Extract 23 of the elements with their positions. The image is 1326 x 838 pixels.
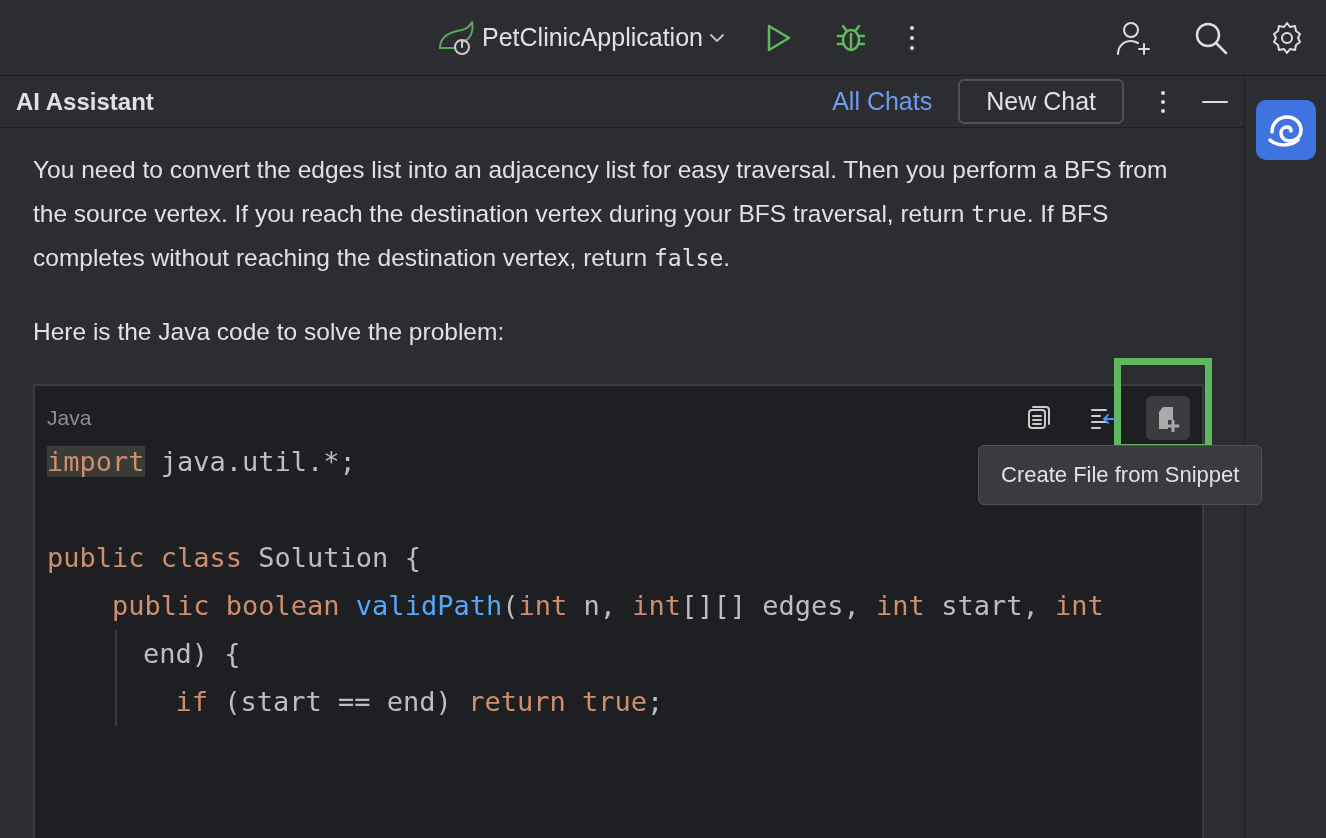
panel-title: AI Assistant	[16, 87, 154, 116]
all-chats-link[interactable]: All Chats	[832, 87, 933, 116]
more-vertical-icon[interactable]	[1160, 89, 1166, 114]
leaf-power-icon	[436, 19, 476, 56]
message-paragraph: You need to convert the edges list into an adjacency list for easy traversal. Then you perform a BFS from the source vertex. If you reach the destination vertex during your BFS traversal, return true. If BFS completes without reaching the destination vertex, return false.	[33, 155, 1169, 273]
minimize-icon[interactable]	[1202, 99, 1228, 104]
code-line: import java.util.*;	[47, 446, 356, 477]
language-label: Java	[47, 406, 92, 430]
search-icon[interactable]	[1194, 20, 1228, 55]
code-line: if (start == end) return true;	[174, 686, 664, 717]
more-vertical-icon[interactable]	[908, 24, 915, 51]
code-line: public boolean validPath(int n, int[][] edges, int start, int	[111, 590, 1104, 621]
new-file-button[interactable]	[1146, 396, 1190, 440]
run-configuration-dropdown[interactable]: PetClinicApplication	[436, 19, 725, 56]
add-user-icon[interactable]	[1116, 19, 1152, 56]
code-line: public class Solution {	[47, 542, 421, 573]
code-line: end) {	[143, 638, 241, 669]
settings-icon[interactable]	[1270, 20, 1304, 55]
message-paragraph: Here is the Java code to solve the problem:	[33, 317, 506, 347]
ai-spiral-icon[interactable]	[1255, 100, 1316, 160]
chevron-down-icon	[708, 32, 725, 43]
tooltip: Create File from Snippet	[978, 445, 1263, 505]
new-chat-button[interactable]: New Chat	[958, 79, 1124, 124]
